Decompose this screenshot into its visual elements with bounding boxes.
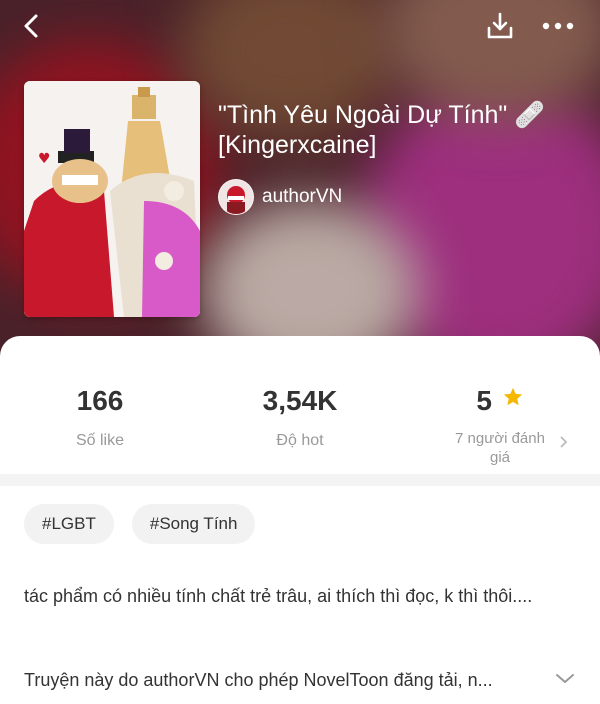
author-avatar (218, 179, 254, 215)
likes-stat: 166 Số like (0, 384, 200, 450)
details-sheet: 166 Số like 3,54K Độ hot 5 7 người đánh … (0, 336, 600, 704)
chevron-right-icon[interactable] (559, 435, 569, 454)
rating-label: 7 người đánh giá (455, 430, 545, 466)
star-icon (503, 387, 522, 406)
svg-text:♥: ♥ (38, 151, 51, 167)
author-link[interactable]: authorVN (218, 179, 343, 215)
more-dots-icon[interactable] (540, 8, 576, 44)
hot-label: Độ hot (276, 432, 324, 449)
author-name: authorVN (262, 186, 343, 207)
back-arrow-icon[interactable] (14, 8, 50, 44)
download-icon[interactable] (482, 8, 518, 44)
chevron-down-icon[interactable] (554, 671, 580, 693)
tag-song-tinh[interactable]: #Song Tính (131, 504, 256, 544)
hot-stat: 3,54K Độ hot (200, 384, 400, 450)
rating-stat[interactable]: 5 7 người đánh giá (400, 384, 600, 467)
book-title: "Tình Yêu Ngoài Dự Tính" 🩹 [Kingerxcaine… (218, 101, 546, 159)
rating-value: 5 (476, 385, 492, 416)
tag-lgbt[interactable]: #LGBT (24, 504, 114, 544)
license-notice: Truyện này do authorVN cho phép NovelToo… (24, 670, 493, 690)
hot-count: 3,54K (262, 385, 338, 416)
book-description: tác phẩm có nhiều tính chất trẻ trâu, ai… (24, 586, 533, 606)
rating-value-row: 5 (400, 384, 600, 418)
section-divider (0, 474, 600, 486)
stats-row: 166 Số like 3,54K Độ hot 5 7 người đánh … (0, 336, 600, 474)
likes-label: Số like (75, 432, 125, 449)
likes-count: 166 (76, 385, 124, 416)
tag-list: #LGBT #Song Tính (24, 504, 256, 544)
top-bar (0, 0, 600, 50)
book-cover-image: ♥ (24, 81, 200, 317)
